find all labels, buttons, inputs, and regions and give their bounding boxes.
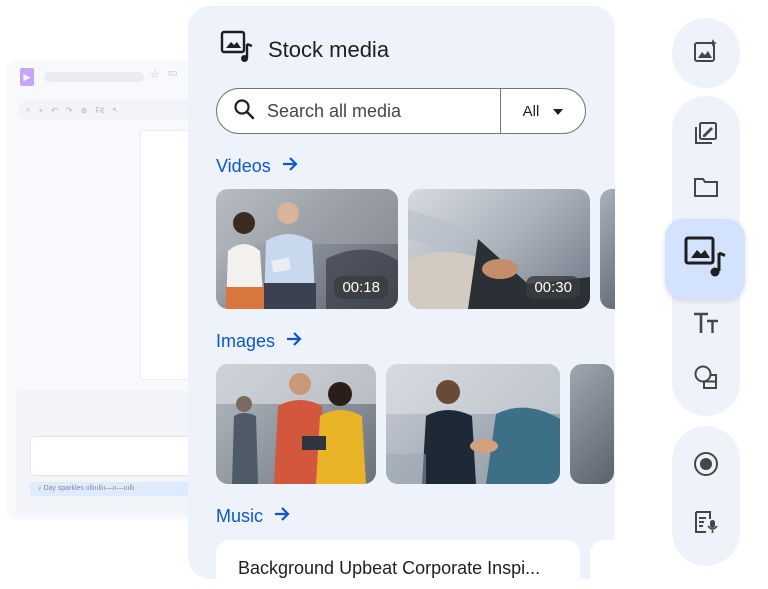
music-track-title: Background Upbeat Corporate Inspi...	[238, 558, 541, 578]
search-icon	[233, 98, 255, 125]
stock-media-panel: Stock media Search all media All Videos …	[188, 6, 615, 579]
document-title-placeholder	[44, 72, 144, 82]
images-row	[216, 364, 614, 484]
timeline-area: ♪ Day sparkles ııllıııllıı—ıı—ıııllı	[16, 390, 206, 515]
text-button[interactable]	[678, 297, 734, 353]
media-type-value: All	[522, 102, 540, 120]
panel-title: Stock media	[268, 36, 390, 62]
timeline-track	[30, 436, 206, 476]
videos-label: Videos	[216, 156, 271, 176]
app-stage: ▶ ☆ ▭ ⌕ + ↶ ↷ ⊕ Fit ↖ ♪ Day sparkles ııl…	[0, 0, 768, 589]
music-track-card[interactable]: Background Upbeat Corporate Inspi...	[216, 540, 580, 579]
videos-row: 00:18 00:30	[216, 189, 615, 309]
background-editor: ▶ ☆ ▭ ⌕ + ↶ ↷ ⊕ Fit ↖ ♪ Day sparkles ııl…	[6, 60, 206, 520]
video-thumbnail[interactable]: 00:18	[216, 189, 398, 309]
record-icon	[693, 451, 719, 482]
music-label: Music	[216, 506, 264, 526]
folder-icon	[693, 176, 719, 203]
zoom-select: Fit	[95, 105, 105, 115]
video-thumbnail[interactable]: 00:30	[408, 189, 590, 309]
arrow-right-icon	[281, 156, 299, 177]
stock-media-rail-button[interactable]	[665, 219, 745, 299]
edit-gallery-button[interactable]	[678, 107, 734, 163]
star-icon: ☆	[150, 69, 160, 81]
image-thumbnail[interactable]	[386, 364, 560, 484]
search-icon: ⌕	[26, 105, 31, 114]
stock-media-icon	[683, 235, 727, 284]
folder-icon: ▭	[168, 68, 178, 79]
arrow-right-icon	[285, 331, 303, 352]
redo-icon: ↷	[65, 105, 73, 115]
text-size-icon	[692, 311, 720, 340]
video-duration: 00:30	[526, 276, 580, 299]
image-thumbnail[interactable]	[570, 364, 614, 484]
audio-clip: ♪ Day sparkles ııllıııllıı—ıı—ıııllı	[30, 482, 206, 496]
music-section-link[interactable]: Music	[216, 506, 291, 527]
cursor-icon: ↖	[112, 105, 119, 115]
shapes-icon	[693, 364, 719, 395]
search-bar: Search all media All	[216, 88, 586, 134]
images-label: Images	[216, 331, 276, 351]
search-placeholder: Search all media	[267, 100, 402, 121]
edit-gallery-icon	[693, 120, 719, 151]
stock-media-icon	[220, 30, 254, 69]
media-type-dropdown[interactable]: All	[501, 89, 585, 133]
arrow-right-icon	[273, 506, 291, 527]
dropdown-arrow-icon	[553, 102, 564, 120]
zoom-icon: ⊕	[80, 105, 88, 115]
editor-toolbar: ⌕ + ↶ ↷ ⊕ Fit ↖	[18, 100, 204, 120]
image-thumbnail[interactable]	[216, 364, 376, 484]
document-icon: ▶	[20, 68, 34, 86]
music-track-card[interactable]	[590, 540, 615, 579]
script-button[interactable]	[678, 496, 734, 552]
images-section-link[interactable]: Images	[216, 331, 303, 352]
folder-button[interactable]	[678, 161, 734, 217]
search-input[interactable]: Search all media	[217, 89, 500, 133]
add-icon: +	[38, 105, 44, 115]
undo-icon: ↶	[51, 105, 58, 115]
script-icon	[693, 509, 719, 540]
video-duration: 00:18	[334, 276, 388, 299]
image-sparkle-icon	[693, 38, 719, 69]
videos-section-link[interactable]: Videos	[216, 156, 299, 177]
image-sparkle-button[interactable]	[678, 25, 734, 81]
audio-clip-label: Day sparkles	[43, 485, 84, 492]
video-thumbnail[interactable]	[600, 189, 615, 309]
record-button[interactable]	[678, 438, 734, 494]
shapes-button[interactable]	[678, 351, 734, 407]
panel-header: Stock media	[220, 30, 389, 69]
